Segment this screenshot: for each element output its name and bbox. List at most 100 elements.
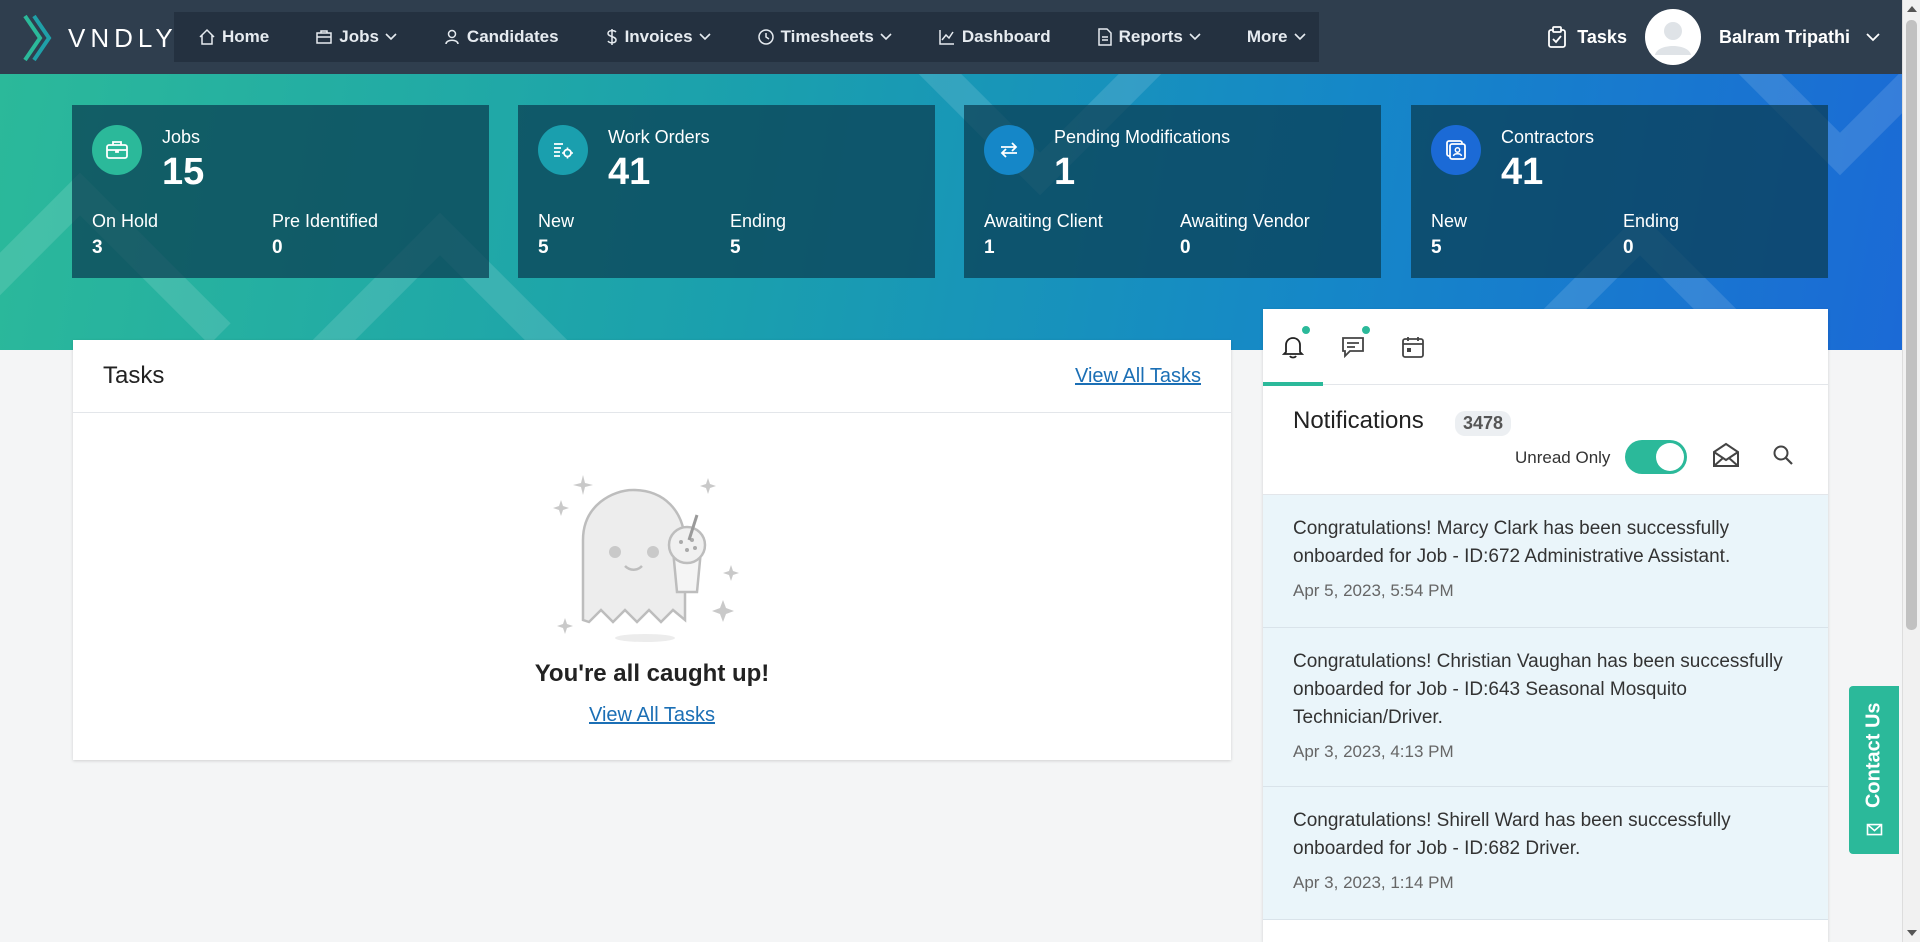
work-order-icon [554, 143, 573, 159]
ghost-illustration-icon [553, 475, 739, 642]
stat-sub-value: 0 [1180, 237, 1191, 258]
nav-reports[interactable]: Reports [1097, 27, 1201, 47]
unread-only-toggle[interactable] [1625, 440, 1687, 474]
tab-messages[interactable] [1323, 309, 1383, 385]
notifications-panel: Notifications 3478 Unread Only Congratul… [1263, 309, 1828, 942]
stat-icon-wrap [538, 125, 588, 175]
tab-calendar[interactable] [1383, 309, 1443, 385]
nav-home-label: Home [222, 27, 270, 46]
nav-reports-label: Reports [1118, 27, 1183, 46]
nav-timesheets[interactable]: Timesheets [757, 27, 892, 47]
stat-sub-value: 5 [1431, 237, 1442, 258]
stat-sub-label: On Hold [92, 211, 159, 231]
toggle-knob [1656, 443, 1684, 471]
stat-card-contractors[interactable]: Contractors 41 New 5 Ending 0 [1411, 105, 1828, 278]
empty-state-message: You're all caught up! [534, 660, 770, 687]
page-scrollbar[interactable] [1902, 0, 1920, 942]
clock-icon [757, 29, 774, 45]
mark-all-read-button[interactable] [1712, 441, 1740, 474]
stat-sub-label: Awaiting Client [984, 211, 1103, 231]
briefcase-icon [316, 30, 332, 44]
nav-invoices-label: Invoices [624, 27, 693, 46]
notification-item[interactable]: Congratulations! Marcy Clark has been su… [1263, 495, 1828, 628]
stat-sub-label: Awaiting Vendor [1180, 211, 1310, 231]
stat-sub-value: 5 [730, 237, 741, 258]
nav-jobs-label: Jobs [339, 27, 379, 46]
chat-icon [1342, 337, 1364, 358]
calendar-icon [1402, 337, 1424, 358]
contact-us-label-wrap: Contact Us [1863, 702, 1886, 837]
nav-jobs[interactable]: Jobs [315, 27, 397, 47]
vndly-logo[interactable]: VNDLY [22, 12, 178, 64]
stat-sub-value: 1 [984, 237, 995, 258]
stat-sub-label: New [1431, 211, 1468, 231]
notifications-count-badge: 3478 [1455, 411, 1512, 436]
notification-text: Congratulations! Shirell Ward has been s… [1293, 810, 1731, 859]
scroll-up-arrow-icon[interactable] [1907, 6, 1917, 12]
contact-us-button[interactable]: Contact Us [1849, 686, 1899, 854]
stat-card-jobs[interactable]: Jobs 15 On Hold 3 Pre Identified 0 [72, 105, 489, 278]
main-nav: Home Jobs Candidates Invoices Timesheets… [174, 12, 1319, 62]
stat-sub-value: 0 [1623, 237, 1634, 258]
chevron-down-icon [1189, 33, 1201, 41]
stat-title: Contractors [1501, 127, 1595, 147]
clipboard-check-icon [1548, 26, 1567, 48]
vndly-logo-mark-icon [23, 14, 52, 62]
stat-sub-label: Ending [1623, 211, 1680, 231]
unread-dot [1301, 325, 1311, 335]
briefcase-icon [106, 141, 128, 159]
stat-sub-value: 0 [272, 237, 283, 258]
stat-sub-label: Ending [730, 211, 787, 231]
notification-item[interactable]: Congratulations! Christian Vaughan has b… [1263, 628, 1828, 787]
tasks-panel: Tasks View All Tasks You're all caught u… [73, 340, 1231, 760]
stat-sub-label: Pre Identified [272, 211, 379, 231]
swap-arrows-icon [1000, 142, 1018, 158]
search-icon [1773, 445, 1793, 465]
stat-sub-label: New [538, 211, 575, 231]
scroll-down-arrow-icon[interactable] [1907, 930, 1917, 936]
nav-more[interactable]: More [1247, 27, 1306, 47]
stat-sub-value: 3 [92, 237, 103, 258]
nav-home[interactable]: Home [198, 27, 269, 47]
home-icon [199, 28, 215, 45]
notification-time: Apr 3, 2023, 4:13 PM [1293, 742, 1454, 761]
unread-only-label: Unread Only [1515, 448, 1611, 467]
stat-icon-wrap [1431, 125, 1481, 175]
stat-title: Pending Modifications [1054, 127, 1231, 147]
stat-card-pending-modifications[interactable]: Pending Modifications 1 Awaiting Client … [964, 105, 1381, 278]
header-tasks-label: Tasks [1577, 26, 1627, 47]
notification-item[interactable]: Congratulations! Shirell Ward has been s… [1263, 787, 1828, 920]
stat-icon-wrap [92, 125, 142, 175]
nav-more-label: More [1246, 27, 1288, 46]
stat-title: Work Orders [608, 127, 710, 147]
header-tasks-button[interactable]: Tasks [1547, 26, 1627, 48]
stat-value: 15 [162, 151, 205, 193]
view-all-tasks-link-secondary[interactable]: View All Tasks [589, 704, 715, 726]
stat-card-work-orders[interactable]: Work Orders 41 New 5 Ending 5 [518, 105, 935, 278]
chevron-down-icon [1293, 33, 1306, 41]
stat-value: 41 [1501, 151, 1544, 193]
view-all-tasks-link[interactable]: View All Tasks [1075, 365, 1201, 388]
tasks-panel-title: Tasks [103, 362, 165, 389]
avatar[interactable] [1644, 9, 1701, 65]
nav-candidates[interactable]: Candidates [443, 27, 559, 47]
user-avatar-icon [1654, 22, 1691, 55]
user-menu[interactable]: Balram Tripathi [1719, 27, 1880, 48]
tab-notifications[interactable] [1263, 309, 1323, 386]
notification-text: Congratulations! Christian Vaughan has b… [1293, 651, 1783, 728]
notifications-tabs [1263, 309, 1828, 386]
scrollbar-thumb[interactable] [1906, 20, 1917, 630]
chart-icon [939, 30, 954, 45]
stat-value: 41 [608, 151, 651, 193]
stat-title: Jobs [162, 127, 201, 147]
notifications-header: Notifications 3478 Unread Only [1263, 385, 1828, 495]
empty-state-link-wrap: View All Tasks [73, 704, 1231, 727]
nav-dashboard[interactable]: Dashboard [938, 27, 1051, 47]
mail-icon [1866, 823, 1883, 836]
chevron-down-icon [699, 33, 711, 41]
search-notifications-button[interactable] [1772, 444, 1794, 471]
dollar-icon [606, 29, 617, 45]
tasks-panel-header: Tasks View All Tasks [73, 340, 1231, 413]
header-right: Tasks Balram Tripathi [1547, 0, 1880, 74]
nav-invoices[interactable]: Invoices [605, 27, 711, 47]
